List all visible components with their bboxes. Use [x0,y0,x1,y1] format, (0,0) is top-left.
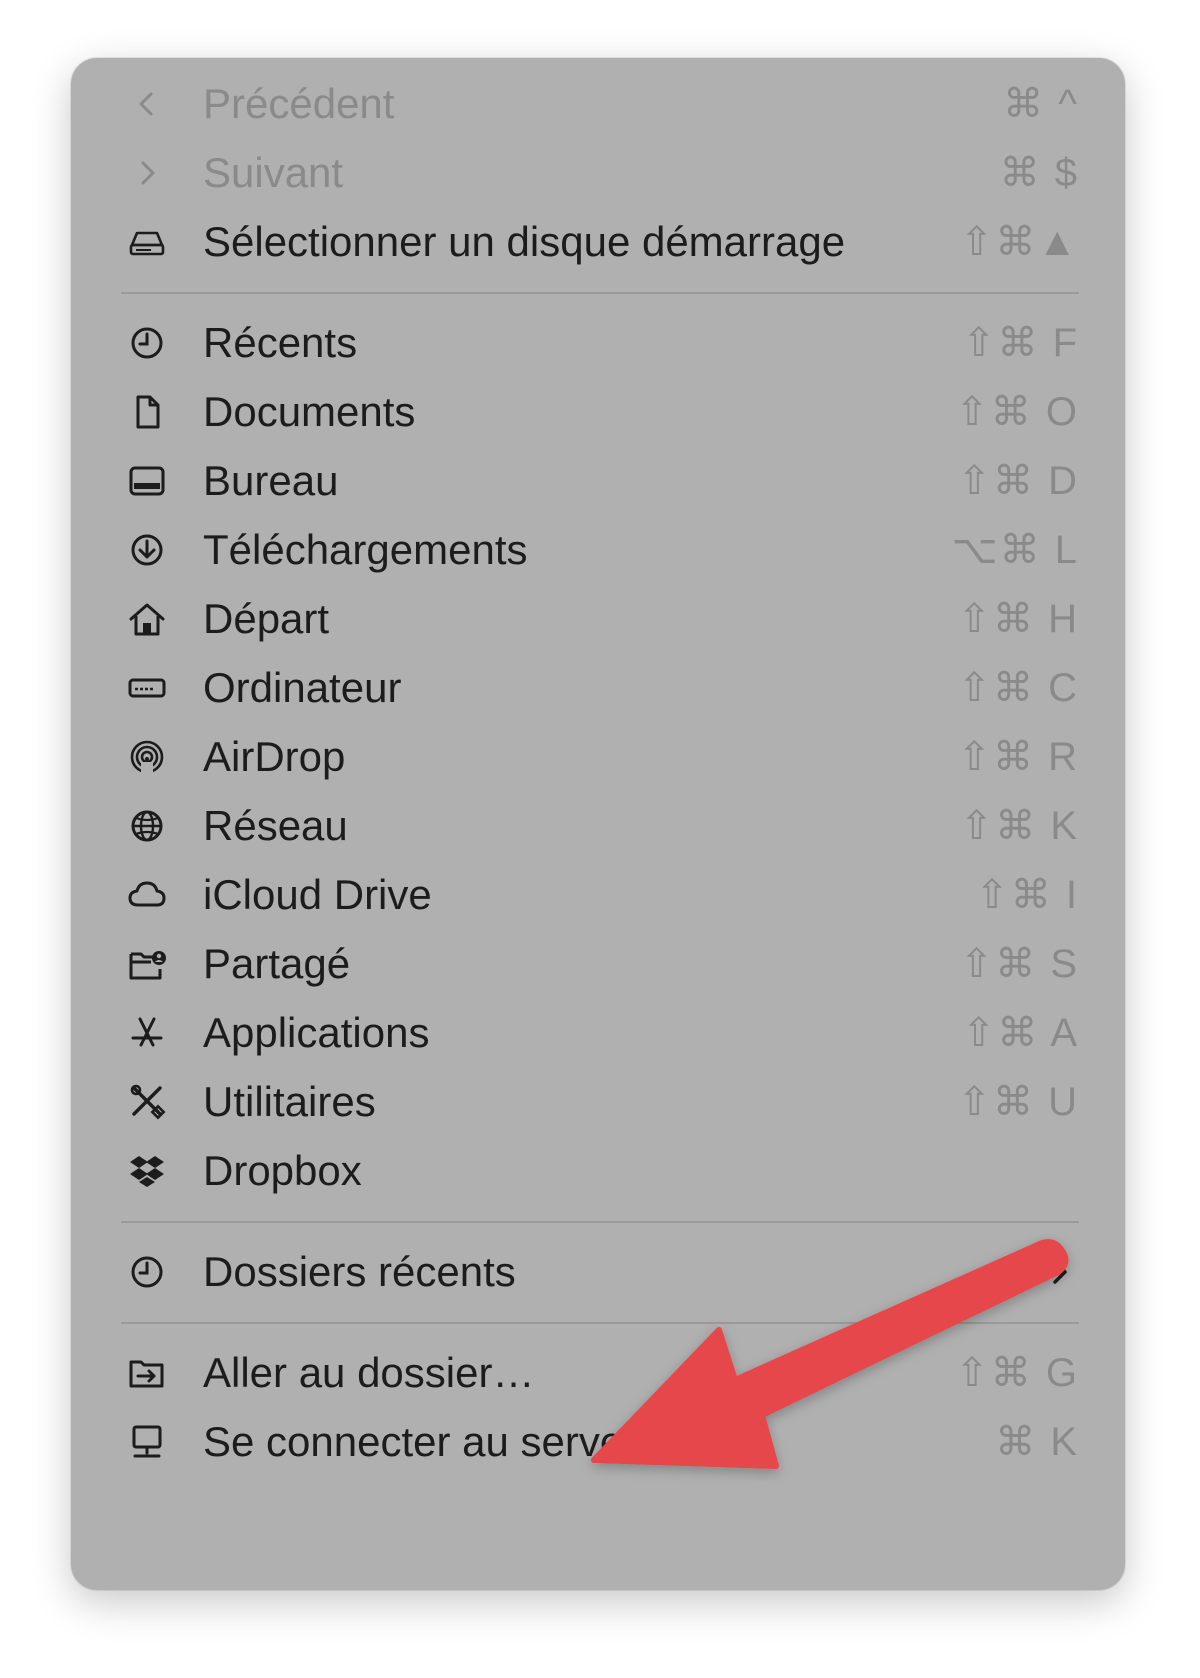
menu-item-label: iCloud Drive [203,871,432,918]
menu-item-shortcut: ⌘ ^ [1003,82,1079,126]
applications-icon [127,1014,167,1052]
airdrop-icon [127,738,167,776]
menu-item-shortcut: ⇧⌘ I [975,873,1079,917]
menu-separator [121,1322,1079,1324]
menu-item-applications[interactable]: Applications ⇧⌘ A [71,996,1125,1070]
menu-item-icloud-drive[interactable]: iCloud Drive ⇧⌘ I [71,858,1125,932]
menu-item-shortcut: ⇧⌘ S [959,942,1079,986]
menu-item-precedent: Précédent ⌘ ^ [71,67,1125,141]
menu-item-label: Précédent [203,80,395,127]
menu-item-label: Sélectionner un disque démarrage [203,218,846,265]
menu-item-label: Partagé [203,940,351,987]
menu-item-label: Téléchargements [203,526,528,573]
menu-separator [121,292,1079,294]
menu-item-label: AirDrop [203,733,346,780]
menu-item-se-connecter-au-serveur[interactable]: Se connecter au serveur… ⌘ K [71,1405,1125,1479]
go-menu: Précédent ⌘ ^ Suivant ⌘ $ Sélectionner u… [71,58,1125,1590]
menu-item-depart[interactable]: Départ ⇧⌘ H [71,582,1125,656]
menu-item-label: Suivant [203,149,344,196]
menu-item-shortcut: ⇧⌘ O [955,390,1079,434]
menu-item-shortcut: ⌘ K [995,1420,1079,1464]
menu-item-reseau[interactable]: Réseau ⇧⌘ K [71,789,1125,863]
chevron-left-icon [127,85,167,123]
menu-item-shortcut: ⇧⌘ A [961,1011,1079,1055]
globe-icon [127,807,167,845]
shared-folder-icon [127,945,167,983]
menu-item-documents[interactable]: Documents ⇧⌘ O [71,375,1125,449]
menu-item-ordinateur[interactable]: Ordinateur ⇧⌘ C [71,651,1125,725]
menu-item-shortcut: ⇧⌘ G [955,1351,1079,1395]
menu-item-shortcut: ⇧⌘ R [957,735,1079,779]
menu-item-label: Récents [203,319,358,366]
menu-item-label: Dropbox [203,1147,362,1194]
menu-item-shortcut: ⌘ $ [999,151,1079,195]
menu-item-shortcut: ⇧⌘ K [959,804,1079,848]
menu-item-shortcut: ⇧⌘ H [957,597,1079,641]
menu-item-shortcut: ⇧⌘▲ [959,220,1079,264]
menu-item-label: Réseau [203,802,348,849]
menu-item-utilitaires[interactable]: Utilitaires ⇧⌘ U [71,1065,1125,1139]
menu-item-shortcut: ⌥⌘ L [951,528,1079,572]
clock-icon [127,1253,167,1291]
menu-item-label: Dossiers récents [203,1248,516,1295]
menu-item-label: Applications [203,1009,430,1056]
menu-item-label: Ordinateur [203,664,402,711]
menu-item-label: Aller au dossier… [203,1349,535,1396]
cloud-icon [127,876,167,914]
menu-item-suivant: Suivant ⌘ $ [71,136,1125,210]
menu-item-label: Départ [203,595,330,642]
menu-item-dossiers-recents[interactable]: Dossiers récents [71,1235,1125,1309]
menu-item-shortcut: ⇧⌘ D [957,459,1079,503]
menu-item-label: Se connecter au serveur… [203,1418,703,1465]
menu-separator [121,1221,1079,1223]
menu-item-bureau[interactable]: Bureau ⇧⌘ D [71,444,1125,518]
tools-icon [127,1083,167,1121]
document-icon [127,393,167,431]
computer-icon [127,669,167,707]
menu-item-aller-au-dossier[interactable]: Aller au dossier… ⇧⌘ G [71,1336,1125,1410]
menu-item-label: Bureau [203,457,339,504]
submenu-chevron-icon [1045,1253,1075,1291]
download-icon [127,531,167,569]
menu-item-label: Documents [203,388,416,435]
menu-item-select-startup-disk[interactable]: Sélectionner un disque démarrage ⇧⌘▲ [71,205,1125,279]
menu-item-dropbox[interactable]: Dropbox [71,1134,1125,1208]
server-icon [127,1423,167,1461]
menu-item-shortcut: ⇧⌘ U [957,1080,1079,1124]
menu-item-shortcut: ⇧⌘ C [957,666,1079,710]
chevron-right-icon [127,154,167,192]
menu-item-shortcut: ⇧⌘ F [961,321,1079,365]
dropbox-icon [127,1152,167,1190]
clock-icon [127,324,167,362]
desktop-icon [127,462,167,500]
menu-item-partage[interactable]: Partagé ⇧⌘ S [71,927,1125,1001]
menu-item-recents[interactable]: Récents ⇧⌘ F [71,306,1125,380]
menu-item-label: Utilitaires [203,1078,376,1125]
home-icon [127,600,167,638]
menu-item-telechargements[interactable]: Téléchargements ⌥⌘ L [71,513,1125,587]
drive-icon [127,223,167,261]
go-to-folder-icon [127,1354,167,1392]
menu-item-airdrop[interactable]: AirDrop ⇧⌘ R [71,720,1125,794]
